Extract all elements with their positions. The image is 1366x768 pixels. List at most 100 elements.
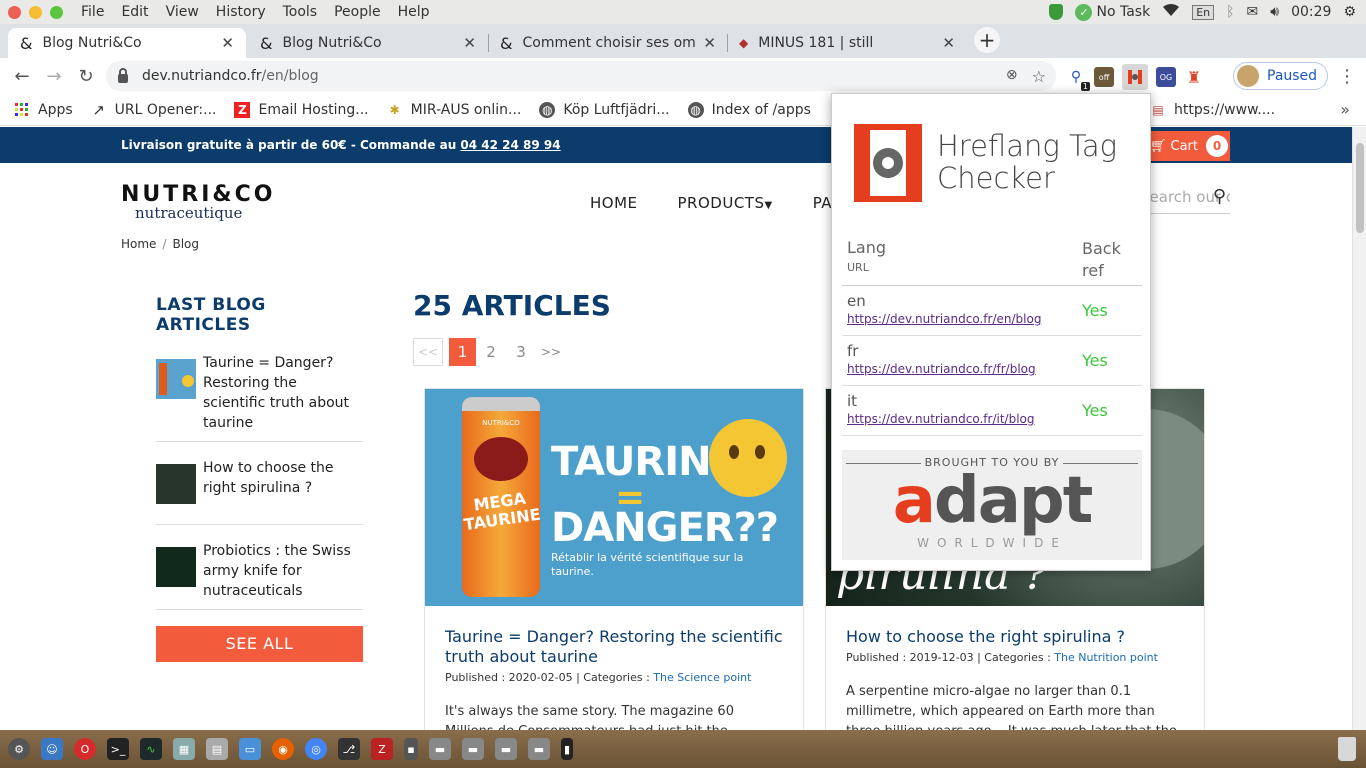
nav-products[interactable]: PRODUCTS▼: [678, 194, 773, 212]
chrome-icon[interactable]: ◎: [305, 738, 327, 760]
folder-icon[interactable]: ▭: [239, 738, 261, 760]
bluetooth-icon[interactable]: ᛒ: [1226, 4, 1234, 20]
menu-history[interactable]: History: [216, 4, 266, 20]
pagination-page-2[interactable]: 2: [476, 338, 506, 366]
off-extension-icon[interactable]: off: [1094, 67, 1114, 87]
filezilla-icon[interactable]: Z: [371, 738, 393, 760]
page-scrollbar[interactable]: [1352, 127, 1366, 730]
hreflang-url-link[interactable]: https://dev.nutriandco.fr/fr/blog: [847, 362, 1082, 376]
site-logo[interactable]: NUTRI&CO nutraceutique: [121, 182, 275, 222]
reload-button[interactable]: ↻: [70, 66, 102, 87]
bookmark-star-icon[interactable]: ☆: [1032, 67, 1046, 86]
files-icon[interactable]: ▦: [173, 738, 195, 760]
address-bar[interactable]: dev.nutriandco.fr/en/blog ⊗ ☆: [106, 61, 1056, 91]
close-tab-icon[interactable]: ✕: [703, 34, 716, 52]
git-icon[interactable]: ⎇: [338, 738, 360, 760]
pagination-prev[interactable]: <<: [413, 338, 443, 366]
link-extension-icon[interactable]: ⚲ 1: [1066, 67, 1090, 91]
minimize-window-button[interactable]: [29, 5, 42, 19]
sidebar-article[interactable]: Taurine = Danger? Restoring the scientif…: [156, 353, 363, 442]
trash-icon[interactable]: [1338, 737, 1356, 761]
window-list-icon[interactable]: ▪: [404, 738, 418, 760]
browser-menu-icon[interactable]: ⋮: [1338, 66, 1356, 87]
article-title[interactable]: How to choose the right spirulina ?: [846, 627, 1184, 647]
drive-icon[interactable]: ▬: [429, 738, 451, 760]
phone-link[interactable]: 04 42 24 89 94: [460, 138, 560, 152]
menu-view[interactable]: View: [166, 4, 199, 20]
menu-help[interactable]: Help: [398, 4, 430, 20]
firefox-icon[interactable]: ◉: [272, 738, 294, 760]
article-card[interactable]: NUTRI&CO MEGA TAURINE TAURINE = DANGER?? …: [424, 388, 804, 730]
opera-icon[interactable]: O: [74, 738, 96, 760]
drive-icon[interactable]: ▬: [462, 738, 484, 760]
pagination-page-3[interactable]: 3: [506, 338, 536, 366]
search-icon[interactable]: ⚲: [1213, 186, 1226, 207]
terminal-icon[interactable]: >_: [107, 738, 129, 760]
bookmark-kop[interactable]: ◍ Köp Luftfjädri...: [539, 101, 670, 118]
power-icon[interactable]: ⚙︎: [1343, 4, 1356, 20]
adapt-sponsor-banner[interactable]: BROUGHT TO YOU BY adapt WORLDWIDE adapt: [842, 450, 1142, 560]
task-indicator[interactable]: ✓ No Task: [1075, 3, 1150, 21]
menu-tools[interactable]: Tools: [283, 4, 318, 20]
phone-icon[interactable]: ▮: [561, 738, 573, 760]
drive-icon[interactable]: ▬: [528, 738, 550, 760]
bookmark-mir-aus[interactable]: ✱ MIR-AUS onlin...: [387, 102, 522, 118]
bookmark-index-apps[interactable]: ◍ Index of /apps: [687, 101, 811, 118]
launcher-icon[interactable]: ⚙: [8, 738, 30, 760]
sidebar-article[interactable]: How to choose the right spirulina ?: [156, 458, 363, 525]
notes-icon[interactable]: ▤: [206, 738, 228, 760]
article-category-link[interactable]: The Nutrition point: [1054, 651, 1158, 664]
tab-omega[interactable]: & Comment choisir ses omé ✕: [488, 28, 728, 58]
drive-icon[interactable]: ▬: [495, 738, 517, 760]
translate-icon[interactable]: ⊗: [1006, 67, 1018, 86]
forward-button[interactable]: →: [38, 66, 70, 87]
keyboard-layout[interactable]: En: [1192, 4, 1215, 20]
clock[interactable]: 00:29: [1291, 4, 1331, 20]
cart-button[interactable]: 🛒︎ Cart 0: [1140, 131, 1230, 161]
article-category-link[interactable]: The Science point: [653, 671, 751, 684]
site-search-input[interactable]: Search our cata ⚲: [1140, 184, 1230, 214]
bookmark-email-hosting[interactable]: Z Email Hosting...: [234, 101, 369, 118]
mail-icon[interactable]: ✉: [1247, 4, 1259, 20]
back-button[interactable]: ←: [6, 66, 38, 87]
tab-minus-181[interactable]: ◆ MINUS 181 | still ✕: [727, 28, 967, 58]
apps-grid-icon: [14, 102, 30, 118]
menu-file[interactable]: File: [81, 4, 104, 20]
bookmark-apps[interactable]: Apps: [14, 102, 73, 118]
new-tab-button[interactable]: +: [974, 27, 1000, 53]
close-window-button[interactable]: [8, 5, 21, 19]
bookmark-url-opener[interactable]: ↗ URL Opener:...: [91, 101, 216, 119]
red-extension-icon[interactable]: ♜: [1184, 67, 1204, 87]
shield-icon[interactable]: [1049, 4, 1064, 20]
hreflang-extension-icon[interactable]: [1122, 64, 1148, 90]
close-tab-icon[interactable]: ✕: [221, 34, 234, 52]
system-tray: ✓ No Task En ᛒ ✉ 🔊︎ 00:29 ⚙︎: [1049, 0, 1356, 24]
pagination-page-1[interactable]: 1: [449, 338, 476, 366]
more-bookmarks-icon[interactable]: »: [1340, 100, 1350, 119]
menu-people[interactable]: People: [334, 4, 381, 20]
scrollbar-thumb[interactable]: [1356, 143, 1364, 233]
article-title[interactable]: Taurine = Danger? Restoring the scientif…: [445, 627, 783, 667]
close-tab-icon[interactable]: ✕: [463, 34, 476, 52]
breadcrumb-home[interactable]: Home: [121, 237, 156, 251]
wifi-icon[interactable]: [1162, 3, 1180, 21]
nav-home[interactable]: HOME: [590, 194, 638, 212]
pagination-next[interactable]: >>: [536, 338, 566, 366]
close-tab-icon[interactable]: ✕: [942, 34, 955, 52]
see-all-button[interactable]: SEE ALL: [156, 626, 363, 662]
profile-paused-button[interactable]: Paused: [1233, 62, 1329, 90]
system-monitor-icon[interactable]: ∿: [140, 738, 162, 760]
bookmark-https[interactable]: ▤ https://www....: [1150, 102, 1275, 118]
hreflang-url-link[interactable]: https://dev.nutriandco.fr/it/blog: [847, 412, 1082, 426]
finder-icon[interactable]: ☺: [41, 738, 63, 760]
article-image[interactable]: NUTRI&CO MEGA TAURINE TAURINE = DANGER?? …: [425, 389, 803, 606]
volume-icon[interactable]: 🔊︎: [1270, 4, 1279, 20]
hreflang-url-link[interactable]: https://dev.nutriandco.fr/en/blog: [847, 312, 1082, 326]
tab-blog-nutriandco-2[interactable]: & Blog Nutri&Co ✕: [248, 28, 488, 58]
og-extension-icon[interactable]: OG: [1156, 67, 1176, 87]
lock-icon[interactable]: [118, 67, 128, 83]
tab-blog-nutriandco-1[interactable]: & Blog Nutri&Co ✕: [8, 28, 246, 58]
maximize-window-button[interactable]: [50, 5, 63, 19]
sidebar-article[interactable]: Probiotics : the Swiss army knife for nu…: [156, 541, 363, 610]
menu-edit[interactable]: Edit: [121, 4, 148, 20]
